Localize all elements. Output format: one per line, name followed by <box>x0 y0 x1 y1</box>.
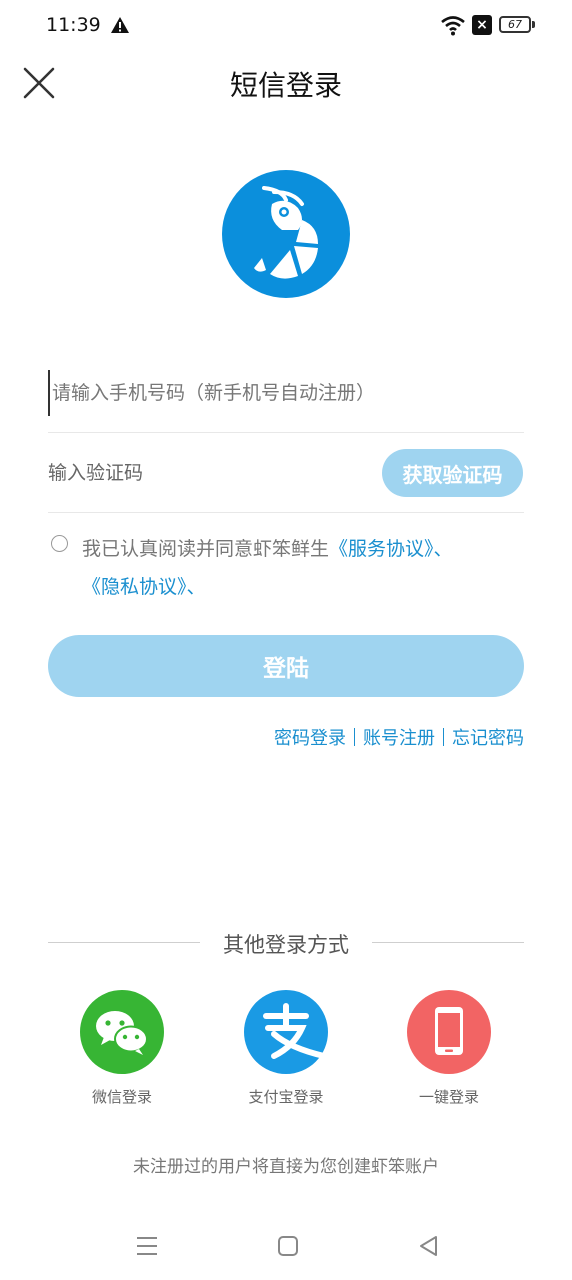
wechat-login-label: 微信登录 <box>91 1088 152 1106</box>
agreement-separator: 、 <box>186 576 206 598</box>
warning-icon <box>111 17 129 33</box>
one-click-login-label: 一键登录 <box>418 1088 479 1106</box>
phone-icon <box>435 1007 463 1055</box>
app-logo <box>222 170 350 298</box>
one-click-login-button[interactable] <box>407 990 491 1074</box>
alipay-login-label: 支付宝登录 <box>248 1088 324 1106</box>
alipay-login-button[interactable] <box>244 990 328 1074</box>
get-code-button[interactable]: 获取验证码 <box>382 449 523 497</box>
link-divider <box>443 728 444 746</box>
verification-code-input[interactable] <box>48 450 368 496</box>
wechat-login-button[interactable] <box>80 990 164 1074</box>
service-agreement-link[interactable]: 《服务协议》 <box>329 538 434 560</box>
divider <box>372 942 524 943</box>
battery-tip <box>532 21 535 28</box>
password-login-link[interactable]: 密码登录 <box>274 724 346 750</box>
agreement-separator: 、 <box>433 538 453 560</box>
register-link[interactable]: 账号注册 <box>363 724 435 750</box>
back-icon[interactable] <box>416 1233 442 1259</box>
no-sim-icon: × <box>472 15 492 35</box>
phone-input[interactable] <box>48 370 526 416</box>
battery-icon: 67 <box>499 16 531 33</box>
agreement-prefix: 我已认真阅读并同意虾笨鲜生 <box>82 538 330 560</box>
agreement-text: 我已认真阅读并同意虾笨鲜生《服务协议》、 《隐私协议》、 <box>82 530 522 606</box>
status-time: 11:39 <box>46 14 101 36</box>
forgot-password-link[interactable]: 忘记密码 <box>452 724 524 750</box>
agreement-checkbox[interactable] <box>51 535 68 552</box>
wifi-icon <box>441 16 465 36</box>
alipay-icon <box>263 1003 327 1059</box>
page-title: 短信登录 <box>229 69 342 102</box>
home-icon[interactable] <box>275 1233 301 1259</box>
divider <box>48 512 524 513</box>
wechat-icon <box>96 1011 148 1055</box>
shrimp-logo-icon <box>254 186 318 279</box>
footer-note: 未注册过的用户将直接为您创建虾笨账户 <box>133 1157 439 1177</box>
login-button[interactable]: 登陆 <box>48 635 524 697</box>
divider <box>48 432 524 433</box>
link-divider <box>354 728 355 746</box>
privacy-agreement-link[interactable]: 《隐私协议》 <box>82 576 187 598</box>
other-login-title: 其他登录方式 <box>223 933 349 957</box>
menu-icon[interactable] <box>134 1233 160 1259</box>
login-links: 密码登录 账号注册 忘记密码 <box>274 724 524 750</box>
